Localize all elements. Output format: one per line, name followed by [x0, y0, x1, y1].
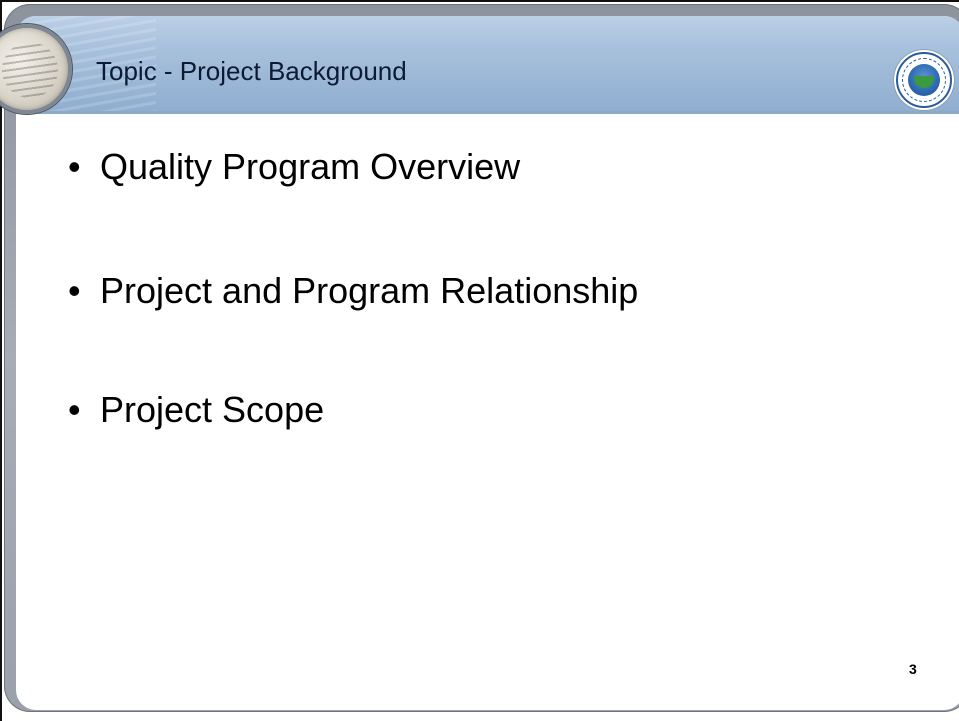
magnifier-text-lines: [2, 42, 58, 98]
bullet-item: • Project Scope: [68, 389, 324, 431]
frame-top-border: [0, 0, 959, 2]
slide-bezel: Topic - Project Background • Quality Prog…: [4, 4, 959, 712]
bullet-item: • Project and Program Relationship: [68, 270, 638, 312]
bullet-glyph: •: [68, 146, 81, 187]
bullet-text: Project and Program Relationship: [100, 270, 639, 311]
slide-title: Topic - Project Background: [96, 56, 407, 86]
bullet-glyph: •: [68, 270, 81, 311]
slide-content: Topic - Project Background • Quality Prog…: [16, 16, 959, 710]
frame-left-border: [0, 0, 2, 721]
agency-seal-icon: [896, 52, 952, 108]
page-number: 3: [909, 661, 917, 677]
bullet-glyph: •: [68, 389, 81, 430]
bullet-text: Project Scope: [100, 389, 325, 430]
bullet-text: Quality Program Overview: [100, 146, 521, 187]
bullet-item: • Quality Program Overview: [68, 146, 520, 188]
slide-header: Topic - Project Background: [16, 16, 959, 114]
slide-page: Topic - Project Background • Quality Prog…: [0, 0, 959, 721]
